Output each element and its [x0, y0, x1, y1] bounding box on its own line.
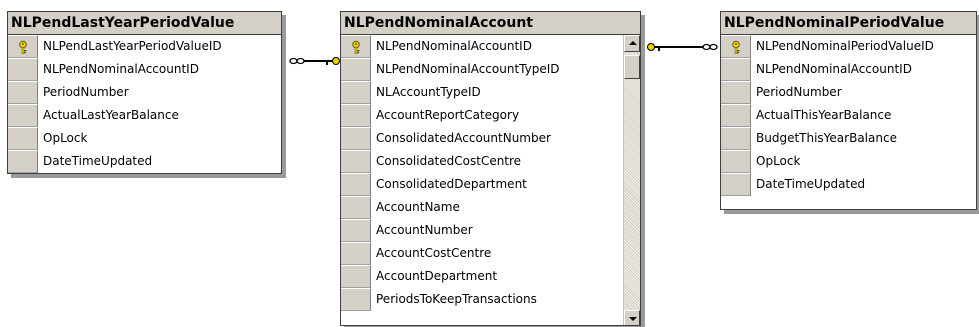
column-row[interactable]: AccountReportCategory	[341, 104, 622, 127]
row-selector[interactable]	[341, 173, 371, 196]
column-row[interactable]: AccountDepartment	[341, 265, 622, 288]
row-selector[interactable]	[341, 58, 371, 81]
row-selector[interactable]	[721, 104, 751, 127]
relationship-lastyear-to-account[interactable]	[289, 57, 340, 66]
row-selector[interactable]	[341, 35, 371, 58]
column-list: NLPendLastYearPeriodValueID NLPendNominal…	[8, 35, 281, 173]
column-row[interactable]: NLPendNominalAccountTypeID	[341, 58, 622, 81]
column-row[interactable]: AccountCostCentre	[341, 242, 622, 265]
row-selector[interactable]	[341, 219, 371, 242]
row-selector[interactable]	[8, 81, 38, 104]
column-list: NLPendNominalPeriodValueID NLPendNominalA…	[721, 35, 976, 196]
row-selector[interactable]	[721, 150, 751, 173]
column-row[interactable]: OpLock	[8, 127, 281, 150]
column-row[interactable]: NLPendLastYearPeriodValueID	[8, 35, 281, 58]
row-selector[interactable]	[341, 196, 371, 219]
scroll-up-icon	[629, 41, 637, 45]
column-name: AccountCostCentre	[376, 246, 492, 260]
key-icon	[732, 40, 740, 54]
column-name: PeriodNumber	[756, 85, 842, 99]
column-row[interactable]: NLPendNominalAccountID	[8, 58, 281, 81]
column-row[interactable]: ConsolidatedAccountNumber	[341, 127, 622, 150]
column-list: NLPendNominalAccountID NLPendNominalAccou…	[341, 35, 622, 311]
column-row[interactable]: AccountNumber	[341, 219, 622, 242]
column-name: NLPendLastYearPeriodValueID	[43, 39, 222, 53]
column-row[interactable]: NLAccountTypeID	[341, 81, 622, 104]
column-name: NLPendNominalAccountTypeID	[376, 62, 560, 76]
column-name: ActualLastYearBalance	[43, 108, 179, 122]
row-selector[interactable]	[341, 127, 371, 150]
column-name: PeriodsToKeepTransactions	[376, 292, 537, 306]
column-name: OpLock	[43, 131, 88, 145]
column-name: ConsolidatedDepartment	[376, 177, 527, 191]
table-title[interactable]: NLPendNominalPeriodValue	[721, 12, 976, 35]
column-row[interactable]: DateTimeUpdated	[721, 173, 976, 196]
column-row[interactable]: DateTimeUpdated	[8, 150, 281, 173]
row-selector[interactable]	[8, 127, 38, 150]
relationship-account-to-periodvalue[interactable]	[647, 43, 718, 52]
column-row[interactable]: ConsolidatedCostCentre	[341, 150, 622, 173]
infinity-end-icon	[289, 57, 305, 65]
row-selector[interactable]	[721, 35, 751, 58]
table-nlpend-last-year-period-value[interactable]: NLPendLastYearPeriodValue NLPendLastYear…	[7, 11, 282, 174]
column-name: NLPendNominalAccountID	[43, 62, 199, 76]
row-selector[interactable]	[721, 58, 751, 81]
column-name: AccountReportCategory	[376, 108, 520, 122]
row-selector[interactable]	[341, 81, 371, 104]
column-name: NLPendNominalAccountID	[376, 39, 532, 53]
column-row[interactable]: PeriodNumber	[8, 81, 281, 104]
column-name: AccountNumber	[376, 223, 473, 237]
column-row[interactable]: ActualLastYearBalance	[8, 104, 281, 127]
row-selector[interactable]	[341, 288, 371, 311]
table-nlpend-nominal-period-value[interactable]: NLPendNominalPeriodValue NLPendNominalPe…	[720, 11, 977, 210]
column-row[interactable]: PeriodNumber	[721, 81, 976, 104]
key-icon	[352, 40, 360, 54]
column-name: PeriodNumber	[43, 85, 129, 99]
infinity-end-icon	[702, 43, 718, 51]
column-row[interactable]: AccountName	[341, 196, 622, 219]
scroll-down-button[interactable]	[624, 310, 640, 325]
column-name: NLPendNominalAccountID	[756, 62, 912, 76]
table-title[interactable]: NLPendLastYearPeriodValue	[8, 12, 281, 35]
column-row[interactable]: ConsolidatedDepartment	[341, 173, 622, 196]
column-row[interactable]: BudgetThisYearBalance	[721, 127, 976, 150]
scroll-up-button[interactable]	[624, 35, 640, 52]
scroll-thumb[interactable]	[624, 55, 640, 79]
column-row[interactable]: NLPendNominalAccountID	[341, 35, 622, 58]
scroll-down-icon	[629, 317, 637, 321]
row-selector[interactable]	[341, 104, 371, 127]
key-icon	[19, 40, 27, 54]
row-selector[interactable]	[721, 127, 751, 150]
row-selector[interactable]	[721, 81, 751, 104]
vertical-scrollbar[interactable]	[623, 35, 640, 325]
column-name: ConsolidatedAccountNumber	[376, 131, 551, 145]
key-end-icon	[325, 57, 340, 65]
row-selector[interactable]	[8, 58, 38, 81]
row-selector[interactable]	[721, 173, 751, 196]
row-selector[interactable]	[8, 150, 38, 173]
column-name: OpLock	[756, 154, 801, 168]
column-name: ConsolidatedCostCentre	[376, 154, 522, 168]
column-name: NLAccountTypeID	[376, 85, 481, 99]
column-name: AccountDepartment	[376, 269, 498, 283]
key-end-icon	[647, 43, 662, 51]
column-row[interactable]: ActualThisYearBalance	[721, 104, 976, 127]
row-selector[interactable]	[341, 265, 371, 288]
column-name: NLPendNominalPeriodValueID	[756, 39, 934, 53]
column-name: DateTimeUpdated	[756, 177, 866, 191]
row-selector[interactable]	[341, 242, 371, 265]
column-row[interactable]: NLPendNominalAccountID	[721, 58, 976, 81]
column-row[interactable]: NLPendNominalPeriodValueID	[721, 35, 976, 58]
column-name: DateTimeUpdated	[43, 154, 153, 168]
column-name: ActualThisYearBalance	[756, 108, 892, 122]
column-row[interactable]: PeriodsToKeepTransactions	[341, 288, 622, 311]
table-title[interactable]: NLPendNominalAccount	[341, 12, 640, 35]
column-name: AccountName	[376, 200, 460, 214]
row-selector[interactable]	[8, 35, 38, 58]
table-nlpend-nominal-account[interactable]: NLPendNominalAccount NLPendNominalAccoun…	[340, 11, 641, 326]
row-selector[interactable]	[341, 150, 371, 173]
column-name: BudgetThisYearBalance	[756, 131, 897, 145]
row-selector[interactable]	[8, 104, 38, 127]
column-row[interactable]: OpLock	[721, 150, 976, 173]
